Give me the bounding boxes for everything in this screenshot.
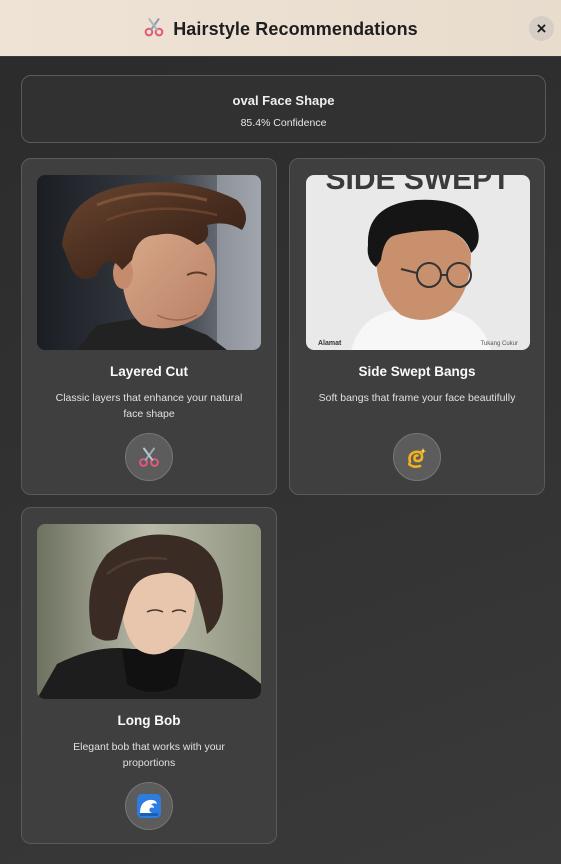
card-title: Side Swept Bangs: [358, 364, 476, 379]
hairstyle-card-layered-cut[interactable]: Layered Cut Classic layers that enhance …: [21, 158, 277, 495]
confidence-label: 85.4% Confidence: [240, 117, 327, 129]
card-description: Soft bangs that frame your face beautifu…: [318, 392, 516, 404]
card-description: Elegant bob that works with your proport…: [73, 741, 225, 769]
header-title-group: Hairstyle Recommendations: [143, 16, 418, 43]
card-description: Classic layers that enhance your natural…: [55, 392, 243, 420]
scissors-icon: [143, 16, 165, 43]
card-title: Long Bob: [117, 713, 181, 728]
face-shape-label: oval Face Shape: [232, 93, 335, 108]
card-title: Layered Cut: [109, 364, 189, 379]
image-banner-text: SIDE SWEPT: [325, 175, 510, 196]
image-caption-right: Tukang Cukur: [481, 341, 518, 347]
face-shape-summary: oval Face Shape 85.4% Confidence: [21, 75, 546, 143]
close-button[interactable]: ×: [529, 16, 554, 41]
hairstyle-image-layered-cut: [37, 175, 261, 350]
page-title: Hairstyle Recommendations: [173, 18, 418, 39]
hairstyle-card-long-bob[interactable]: Long Bob Elegant bob that works with you…: [21, 507, 277, 844]
header-bar: Hairstyle Recommendations ×: [0, 0, 561, 57]
hairstyle-card-side-swept-bangs[interactable]: SIDE SWEPT Alamat Tukang Cukur Side Swep…: [289, 158, 545, 495]
hairstyle-image-side-swept-bangs: SIDE SWEPT Alamat Tukang Cukur: [306, 175, 530, 350]
dizzy-swirl-icon[interactable]: [393, 433, 441, 481]
hairstyle-image-long-bob: [37, 524, 261, 699]
scissors-icon[interactable]: [125, 433, 173, 481]
wave-icon[interactable]: [125, 782, 173, 830]
close-icon: ×: [536, 19, 547, 38]
image-caption-left: Alamat: [318, 340, 342, 347]
